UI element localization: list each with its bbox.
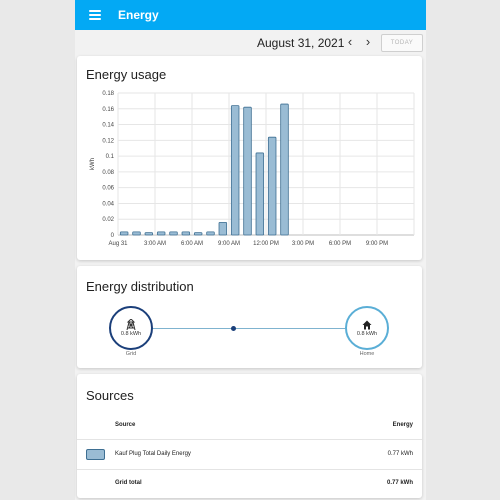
chevron-right-icon[interactable]: ›	[361, 34, 375, 50]
divider	[77, 469, 422, 470]
y-tick-label: 0.04	[102, 201, 114, 207]
x-tick-label: 9:00 AM	[218, 241, 240, 247]
app-bar: Energy	[75, 0, 426, 30]
y-tick-label: 0.14	[102, 123, 114, 129]
sources-title: Sources	[86, 388, 134, 403]
y-tick-label: 0.08	[102, 170, 114, 176]
chart-bar	[230, 105, 240, 236]
source-energy: 0.77 kWh	[387, 451, 413, 457]
home-node[interactable]: 0.8 kWh	[345, 306, 389, 350]
x-tick-label: 12:00 PM	[253, 241, 279, 247]
source-color-swatch	[86, 449, 105, 460]
y-tick-label: 0.16	[102, 107, 114, 113]
y-tick-label: 0.12	[102, 138, 114, 144]
chevron-left-icon[interactable]: ‹	[343, 34, 357, 50]
chart-bar	[119, 231, 129, 236]
grid-node[interactable]: 0.8 kWh	[109, 306, 153, 350]
x-tick-label: 3:00 PM	[292, 241, 314, 247]
chart-bar	[169, 231, 178, 236]
chart-bar	[156, 231, 166, 236]
y-tick-label: 0.1	[106, 154, 115, 160]
chart-bar	[255, 152, 265, 236]
energy-usage-chart: 0 0.02 0.04 0.06 0.08 0.1 0.12 0.14 0.16 0.18 Aug …	[90, 91, 415, 247]
today-button[interactable]: TODAY	[381, 34, 423, 52]
chart-bar	[206, 231, 215, 236]
energy-distribution-card: Energy distribution 0.8 kWh Grid 0.8 kWh…	[77, 266, 422, 368]
chart-bar	[144, 232, 154, 236]
source-column-header: Source	[115, 422, 136, 428]
grid-label: Grid	[125, 351, 137, 357]
chart-bar	[243, 106, 252, 236]
x-tick-label: Aug 31	[108, 241, 128, 247]
source-name: Kauf Plug Total Daily Energy	[115, 451, 191, 457]
energy-distribution-title: Energy distribution	[86, 279, 194, 294]
chart-bar	[193, 232, 203, 236]
y-tick-label: 0.18	[102, 91, 114, 97]
grid-total-label: Grid total	[115, 480, 142, 486]
x-tick-label: 3:00 AM	[144, 241, 166, 247]
grid-total-energy: 0.77 kWh	[386, 480, 413, 486]
x-tick-label: 6:00 PM	[329, 241, 351, 247]
energy-usage-card: Energy usage 0 0.02 0.04 0.06 0.08 0.1 0.12 0.1…	[77, 56, 422, 260]
energy-column-header: Energy	[392, 422, 413, 428]
date-label: August 31, 2021	[257, 36, 345, 50]
y-tick-label: 0.06	[102, 186, 114, 192]
home-label: Home	[359, 351, 375, 357]
date-bar: August 31, 2021 ‹ › TODAY	[75, 32, 426, 54]
flow-indicator-dot	[231, 326, 236, 331]
chart-bar	[267, 136, 277, 236]
chart-bar	[280, 103, 289, 236]
chart-bar	[218, 221, 228, 236]
app-title: Energy	[118, 8, 159, 22]
x-tick-label: 9:00 PM	[366, 241, 388, 247]
y-tick-label: 0	[111, 233, 115, 239]
transmission-tower-icon	[126, 319, 136, 330]
home-value: 0.8 kWh	[356, 330, 378, 337]
y-tick-label: 0.02	[102, 217, 114, 223]
grid-to-home-flow-line	[151, 328, 345, 329]
y-axis-title: kWh	[90, 158, 96, 170]
chart-bar	[181, 231, 191, 236]
chart-bar	[132, 231, 141, 236]
x-tick-label: 6:00 AM	[181, 241, 203, 247]
menu-icon[interactable]	[89, 10, 101, 20]
sources-card: Sources Source Energy Kauf Plug Total Da…	[77, 374, 422, 498]
grid-value: 0.8 kWh	[120, 331, 142, 337]
divider	[77, 439, 422, 440]
home-icon	[362, 320, 372, 329]
